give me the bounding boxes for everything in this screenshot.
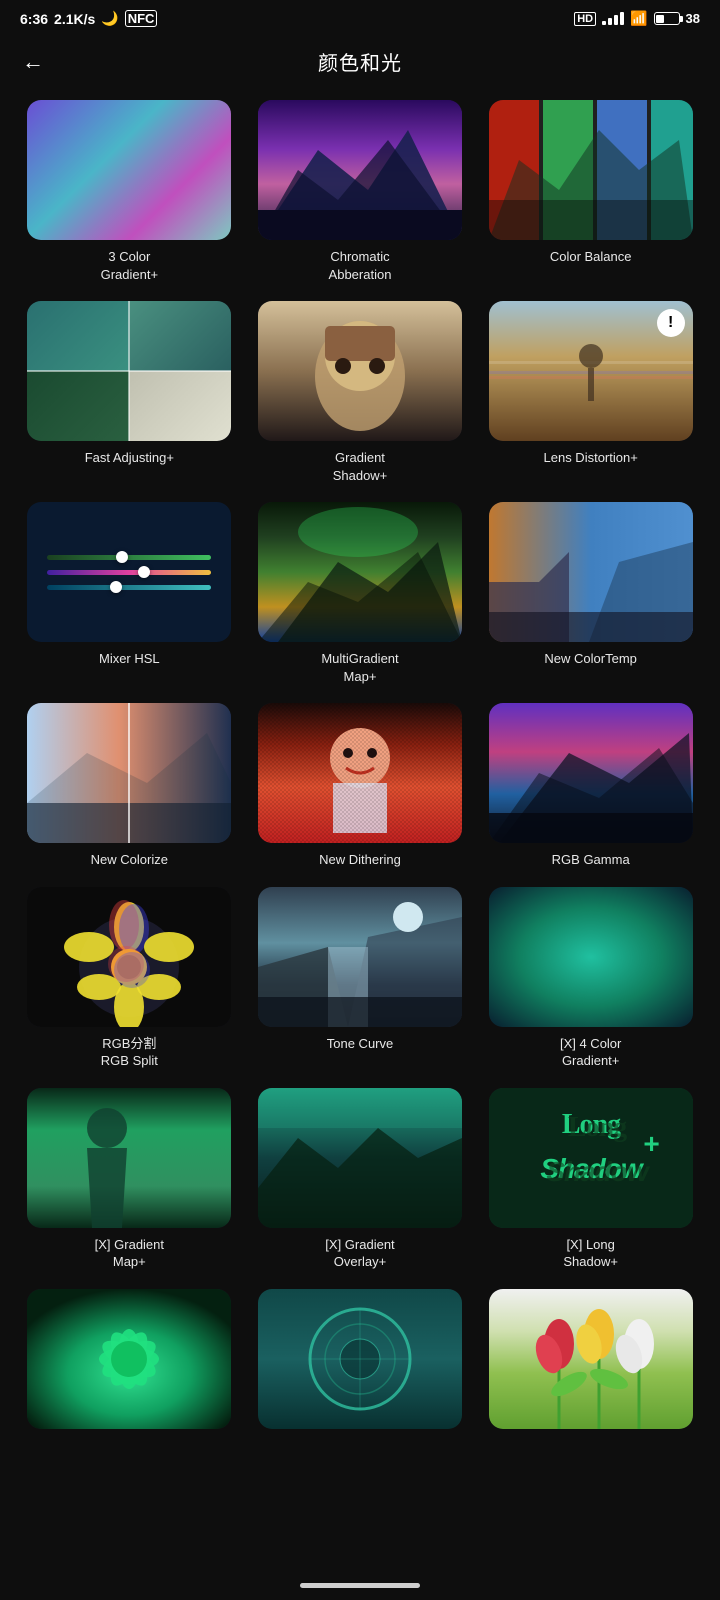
thumb-new-colorize bbox=[27, 703, 231, 843]
list-item[interactable]: New Dithering bbox=[253, 703, 468, 869]
warning-badge: ! bbox=[657, 309, 685, 337]
thumb-new-colortemp bbox=[489, 502, 693, 642]
item-label: Tone Curve bbox=[327, 1035, 393, 1053]
nfc-icon: NFC bbox=[125, 10, 158, 27]
list-item[interactable]: Fast Adjusting+ bbox=[22, 301, 237, 484]
item-label: [X] LongShadow+ bbox=[563, 1236, 618, 1271]
list-item[interactable]: RGB Gamma bbox=[483, 703, 698, 869]
item-label: Mixer HSL bbox=[99, 650, 160, 668]
thumb-new-dithering bbox=[258, 703, 462, 843]
thumb-x4-color-gradient bbox=[489, 887, 693, 1027]
thumb-x-long-shadow: Long + Shadow Long Shadow bbox=[489, 1088, 693, 1228]
wifi-icon: 📶 bbox=[630, 10, 647, 27]
list-item[interactable]: Color Balance bbox=[483, 100, 698, 283]
list-item[interactable]: [X] 4 ColorGradient+ bbox=[483, 887, 698, 1070]
moon-icon: 🌙 bbox=[101, 10, 118, 27]
status-bar: 6:36 2.1K/s 🌙 NFC HD 📶 38 bbox=[0, 0, 720, 33]
thumb-flower bbox=[27, 1289, 231, 1429]
header: ← 颜色和光 bbox=[0, 33, 720, 90]
thumb-rgb-gamma bbox=[489, 703, 693, 843]
thumb-tone-curve bbox=[258, 887, 462, 1027]
thumb-rgb-split bbox=[27, 887, 231, 1027]
svg-text:Long: Long bbox=[568, 1112, 627, 1143]
list-item[interactable] bbox=[253, 1289, 468, 1437]
item-label: GradientShadow+ bbox=[333, 449, 388, 484]
item-label: [X] GradientOverlay+ bbox=[325, 1236, 394, 1271]
list-item[interactable]: GradientShadow+ bbox=[253, 301, 468, 484]
thumb-mixer-hsl bbox=[27, 502, 231, 642]
item-label: Lens Distortion+ bbox=[544, 449, 638, 467]
home-indicator bbox=[300, 1583, 420, 1588]
item-label: New Colorize bbox=[91, 851, 168, 869]
thumb-3-color-gradient bbox=[27, 100, 231, 240]
thumb-lens-distortion: ! bbox=[489, 301, 693, 441]
thumb-x-gradient-overlay bbox=[258, 1088, 462, 1228]
item-label: RGB分割RGB Split bbox=[101, 1035, 158, 1070]
list-item[interactable]: [X] GradientOverlay+ bbox=[253, 1088, 468, 1271]
speed: 2.1K/s bbox=[54, 11, 95, 27]
thumb-tulips bbox=[489, 1289, 693, 1429]
battery-level: 38 bbox=[686, 11, 700, 26]
status-right: HD 📶 38 bbox=[574, 10, 700, 27]
list-item[interactable]: 3 ColorGradient+ bbox=[22, 100, 237, 283]
back-button[interactable]: ← bbox=[22, 49, 44, 75]
effects-grid: 3 ColorGradient+ C bbox=[0, 90, 720, 1477]
list-item[interactable]: New ColorTemp bbox=[483, 502, 698, 685]
item-label: Fast Adjusting+ bbox=[85, 449, 174, 467]
thumb-chromatic bbox=[258, 100, 462, 240]
item-label: RGB Gamma bbox=[552, 851, 630, 869]
list-item[interactable]: Mixer HSL bbox=[22, 502, 237, 685]
list-item[interactable]: Long + Shadow Long Shadow [X] LongShadow… bbox=[483, 1088, 698, 1271]
item-label: ChromaticAbberation bbox=[329, 248, 392, 283]
thumb-multigradient bbox=[258, 502, 462, 642]
list-item[interactable] bbox=[22, 1289, 237, 1437]
battery-icon bbox=[654, 12, 680, 25]
page-title: 颜色和光 bbox=[318, 47, 402, 76]
status-left: 6:36 2.1K/s 🌙 NFC bbox=[20, 10, 157, 27]
item-label: New ColorTemp bbox=[544, 650, 636, 668]
thumb-gradient-shadow bbox=[258, 301, 462, 441]
item-label: Color Balance bbox=[550, 248, 632, 266]
hd-badge: HD bbox=[574, 12, 596, 26]
list-item[interactable]: New Colorize bbox=[22, 703, 237, 869]
item-label: New Dithering bbox=[319, 851, 401, 869]
list-item[interactable]: ! Lens Distortion+ bbox=[483, 301, 698, 484]
item-label: [X] 4 ColorGradient+ bbox=[560, 1035, 621, 1070]
signal-icon bbox=[602, 12, 624, 25]
list-item[interactable]: [X] GradientMap+ bbox=[22, 1088, 237, 1271]
item-label: [X] GradientMap+ bbox=[95, 1236, 164, 1271]
list-item[interactable]: RGB分割RGB Split bbox=[22, 887, 237, 1070]
thumb-color-balance bbox=[489, 100, 693, 240]
thumb-fast-adjusting bbox=[27, 301, 231, 441]
item-label: 3 ColorGradient+ bbox=[101, 248, 158, 283]
item-label: MultiGradientMap+ bbox=[321, 650, 398, 685]
list-item[interactable]: Tone Curve bbox=[253, 887, 468, 1070]
thumb-x-gradient-map bbox=[27, 1088, 231, 1228]
list-item[interactable]: MultiGradientMap+ bbox=[253, 502, 468, 685]
time: 6:36 bbox=[20, 11, 48, 27]
svg-text:Shadow: Shadow bbox=[546, 1156, 651, 1187]
thumb-circle bbox=[258, 1289, 462, 1429]
svg-text:+: + bbox=[643, 1128, 659, 1159]
list-item[interactable] bbox=[483, 1289, 698, 1437]
list-item[interactable]: ChromaticAbberation bbox=[253, 100, 468, 283]
